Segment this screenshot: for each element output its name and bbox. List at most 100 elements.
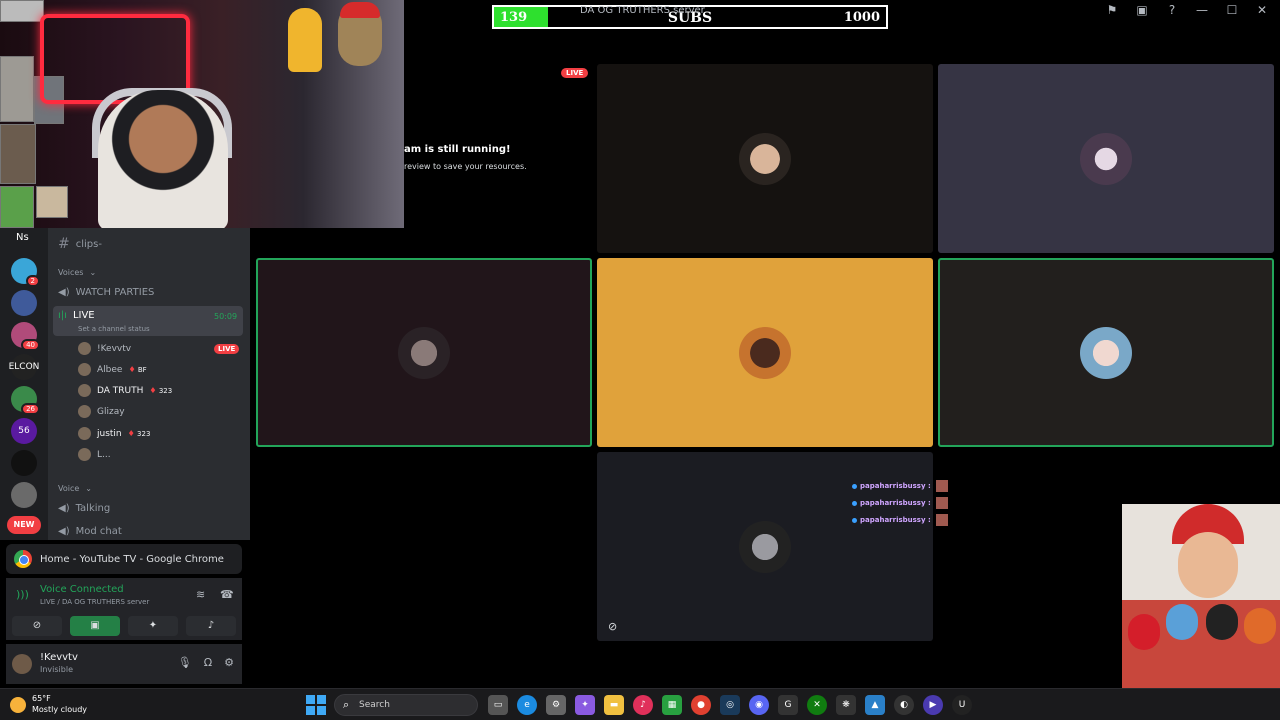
weather-widget[interactable]: 65°F Mostly cloudy xyxy=(10,693,87,715)
task-view-icon[interactable]: ▭ xyxy=(488,695,508,715)
voice-location[interactable]: LIVE / DA OG TRUTHERS server xyxy=(40,598,149,606)
live-badge: LIVE xyxy=(214,344,240,354)
participant-avatar xyxy=(1080,326,1132,379)
channel-clips[interactable]: # clips- xyxy=(58,236,102,252)
server-icon[interactable] xyxy=(11,290,37,316)
steam-icon[interactable]: ◎ xyxy=(720,695,740,715)
server-icon[interactable] xyxy=(11,482,37,508)
activity-card[interactable]: Home - YouTube TV - Google Chrome xyxy=(6,544,242,574)
user-controls: 🎙 Ω ⚙ xyxy=(178,656,234,669)
participant-tile[interactable] xyxy=(597,64,933,253)
screen-share-off-icon[interactable]: ⊘ xyxy=(608,620,617,633)
close-icon[interactable]: ✕ xyxy=(1254,3,1270,17)
server-icon[interactable]: 26 xyxy=(11,386,40,415)
channel-watch-parties[interactable]: ◀) WATCH PARTIES xyxy=(58,287,154,298)
channel-list: # clips- Voices ⌄ ◀) WATCH PARTIES ı|ı LIVE … xyxy=(48,228,250,540)
username[interactable]: !Kevvtv xyxy=(40,652,78,663)
helmet xyxy=(1244,608,1276,644)
disconnect-icon[interactable]: ☎ xyxy=(220,588,234,601)
participant-tile[interactable] xyxy=(256,258,592,447)
helmet xyxy=(1166,604,1198,640)
channel-live[interactable]: ı|ı LIVE xyxy=(58,310,95,321)
participant-tile[interactable] xyxy=(938,258,1274,447)
plush-figure xyxy=(288,8,322,72)
window-icon[interactable]: ▣ xyxy=(1134,3,1150,17)
minimize-icon[interactable]: — xyxy=(1194,3,1210,17)
noise-suppression-icon[interactable]: ≋ xyxy=(196,588,205,601)
window-controls: ⚑ ▣ ? — ☐ ✕ xyxy=(1104,3,1270,17)
channel-mod-chat[interactable]: ◀) Mod chat xyxy=(58,526,122,537)
avatar[interactable] xyxy=(12,654,32,674)
start-icon[interactable] xyxy=(306,695,326,715)
helmet xyxy=(1128,614,1160,650)
emote-icon xyxy=(935,514,948,526)
new-badge[interactable]: NEW xyxy=(7,516,41,534)
search-box[interactable]: ⌕ Search xyxy=(334,694,478,716)
chrome-taskbar-icon[interactable]: ● xyxy=(691,695,711,715)
activities-button[interactable]: ✦ xyxy=(128,616,178,636)
speaker-icon: ◀) xyxy=(58,526,70,537)
voice-user-name: L... xyxy=(97,449,111,460)
subs-target: 1000 xyxy=(843,10,880,25)
emote-icon xyxy=(935,497,948,509)
screen-share-button[interactable]: ▣ xyxy=(70,616,120,636)
server-icon[interactable]: 56 xyxy=(11,418,37,444)
category-voices[interactable]: Voices ⌄ xyxy=(58,268,96,277)
user-panel: !Kevvtv Invisible 🎙 Ω ⚙ xyxy=(6,644,242,684)
avatar xyxy=(78,427,91,440)
participant-tile[interactable] xyxy=(938,64,1274,253)
voice-activity-icon: ı|ı xyxy=(58,310,67,321)
edge-icon[interactable]: e xyxy=(517,695,537,715)
voice-user[interactable]: DA TRUTH ♦ 323 xyxy=(78,384,172,397)
set-channel-status[interactable]: Set a channel status xyxy=(78,325,150,333)
photos-icon[interactable]: ▲ xyxy=(865,695,885,715)
headphones-icon[interactable]: Ω xyxy=(204,656,212,669)
discord-icon[interactable]: ◉ xyxy=(749,695,769,715)
chrome-icon xyxy=(14,550,32,568)
server-icon[interactable]: ELCON xyxy=(9,354,39,380)
voice-user[interactable]: !Kevvtv xyxy=(78,342,131,355)
app-icon[interactable]: ❋ xyxy=(836,695,856,715)
taskbar-apps: ▭ e ⚙ ✦ ▬ ♪ ▦ ● ◎ ◉ G ✕ ❋ ▲ ◐ ▶ U xyxy=(488,695,972,715)
server-icon[interactable] xyxy=(11,450,37,476)
inbox-icon[interactable]: ⚑ xyxy=(1104,3,1120,17)
help-icon[interactable]: ? xyxy=(1164,3,1180,17)
taskbar: 65°F Mostly cloudy ⌕ Search ▭ e ⚙ ✦ ▬ ♪ … xyxy=(0,688,1280,720)
voice-user[interactable]: justin ♦ 323 xyxy=(78,427,150,440)
server-icon[interactable]: 2 xyxy=(11,258,40,287)
participant-tile[interactable] xyxy=(597,258,933,447)
gear-icon[interactable]: ⚙ xyxy=(224,656,234,669)
file-explorer-icon[interactable]: ▬ xyxy=(604,695,624,715)
mention-badge: 40 xyxy=(21,339,40,351)
camera-off-button[interactable]: ⊘ xyxy=(12,616,62,636)
voice-user[interactable]: Glizay xyxy=(78,405,125,418)
unreal-icon[interactable]: U xyxy=(952,695,972,715)
category-voice[interactable]: Voice ⌄ xyxy=(58,484,92,493)
voice-user[interactable]: L... xyxy=(78,448,111,461)
microphone-icon[interactable]: 🎙 xyxy=(178,656,192,669)
server-icon[interactable]: 40 xyxy=(11,322,40,351)
speaker-icon: ◀) xyxy=(58,287,70,298)
voice-status[interactable]: Voice Connected xyxy=(40,584,124,595)
voice-user-name: !Kevvtv xyxy=(97,343,132,354)
voice-user-name: DA TRUTH xyxy=(97,385,144,396)
voice-user[interactable]: Albee ♦ BF xyxy=(78,363,147,376)
copilot-icon[interactable]: ✦ xyxy=(575,695,595,715)
channel-talking[interactable]: ◀) Talking xyxy=(58,503,110,514)
chat-line: papaharrisbussy : xyxy=(852,480,948,492)
xbox-icon[interactable]: ✕ xyxy=(807,695,827,715)
user-tag: ♦ 323 xyxy=(149,386,173,395)
settings-icon[interactable]: ⚙ xyxy=(546,695,566,715)
avatar xyxy=(78,363,91,376)
participant-avatar xyxy=(739,132,791,185)
music-icon[interactable]: ♪ xyxy=(633,695,653,715)
obs-icon[interactable]: ◐ xyxy=(894,695,914,715)
user-tag: ♦ 323 xyxy=(127,429,151,438)
game-app-icon[interactable]: G xyxy=(778,695,798,715)
spreadsheet-icon[interactable]: ▦ xyxy=(662,695,682,715)
activity-title: Home - YouTube TV - Google Chrome xyxy=(40,553,224,565)
soundboard-button[interactable]: ♪ xyxy=(186,616,236,636)
media-player-icon[interactable]: ▶ xyxy=(923,695,943,715)
badge-icon xyxy=(852,517,857,523)
maximize-icon[interactable]: ☐ xyxy=(1224,3,1240,17)
